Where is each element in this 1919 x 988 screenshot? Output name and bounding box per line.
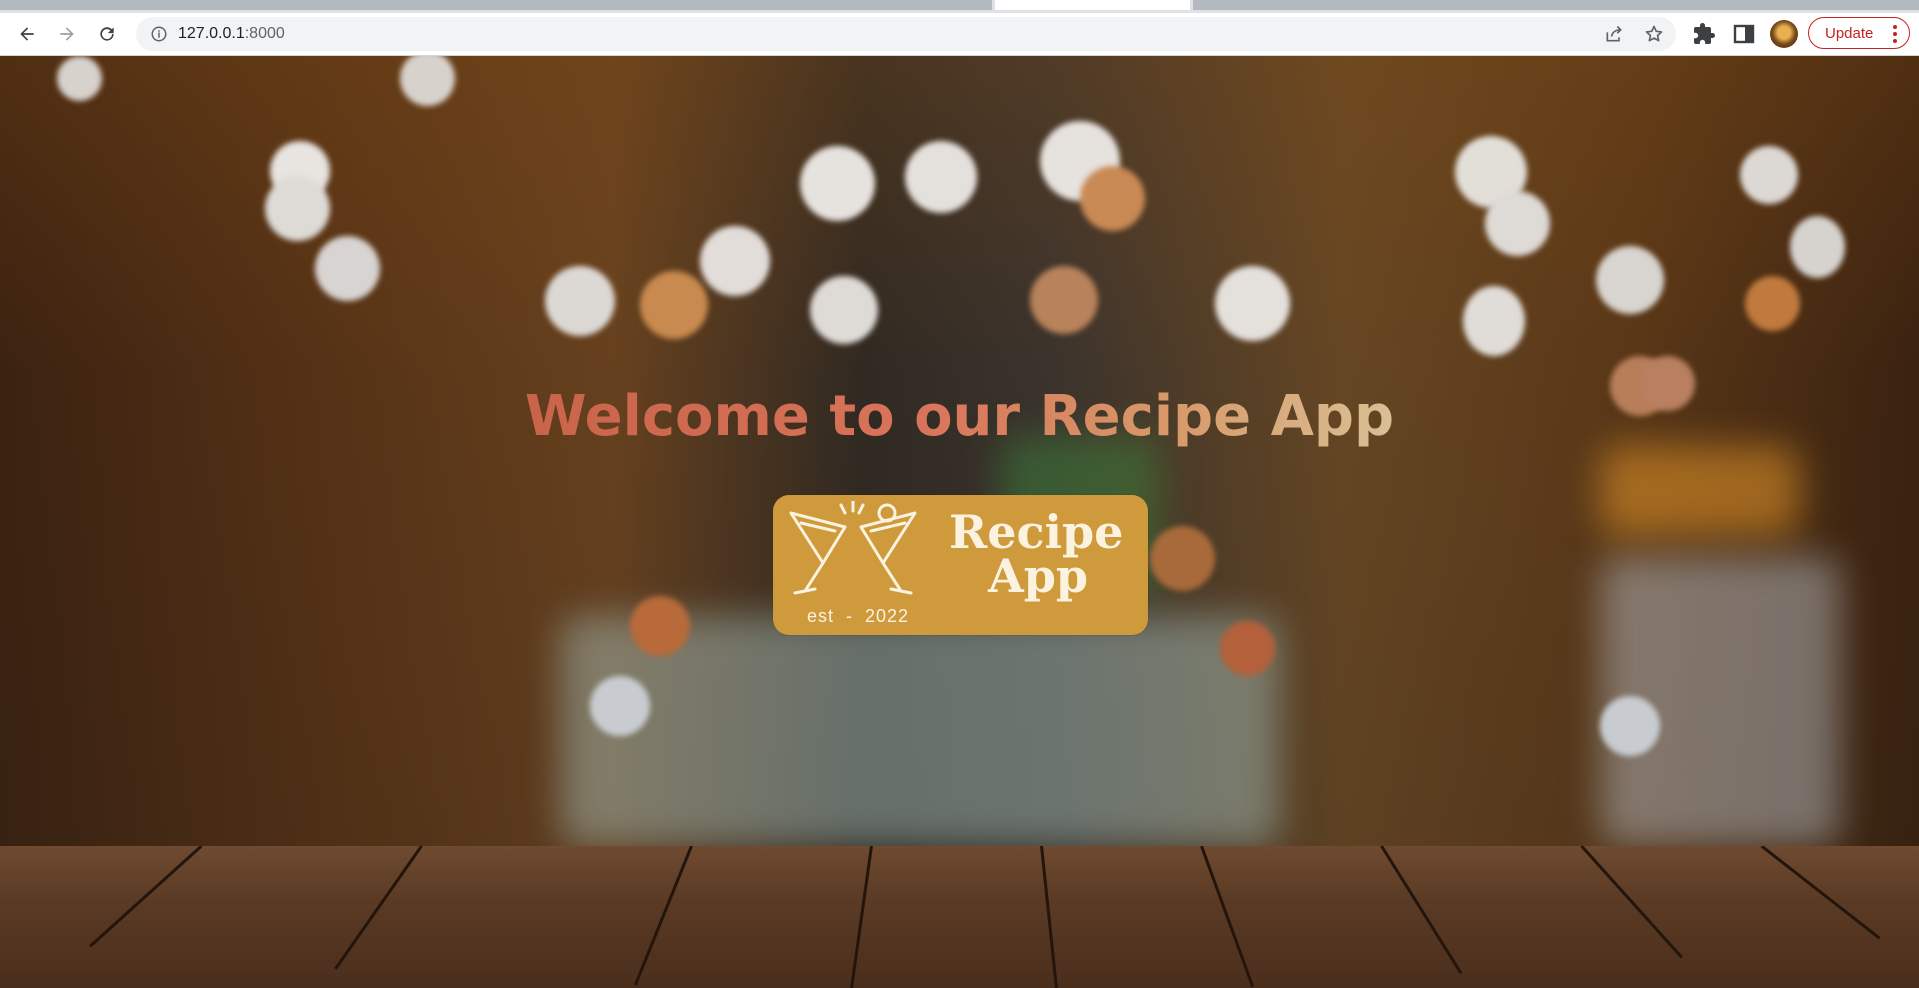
page-headline: Welcome to our Recipe App [0, 384, 1919, 449]
url-text[interactable]: 127.0.0.1:8000 [178, 25, 285, 43]
cheers-glasses-icon [789, 501, 917, 595]
url-port: :8000 [244, 25, 285, 42]
bokeh-light [590, 676, 650, 736]
bokeh-light [640, 271, 708, 339]
bokeh-light [1080, 166, 1145, 231]
side-panel-icon[interactable] [1732, 22, 1756, 46]
back-arrow-icon[interactable] [11, 18, 43, 50]
site-info-icon[interactable] [150, 25, 168, 43]
plank-line [633, 846, 693, 986]
profile-avatar[interactable] [1770, 20, 1798, 48]
browser-tab[interactable] [0, 0, 992, 10]
page-viewport: Welcome to our Recipe App Recipe App est… [0, 56, 1919, 988]
bokeh-light [545, 266, 615, 336]
recipe-app-logo[interactable]: Recipe App est - 2022 [773, 495, 1148, 635]
plank-line [1580, 846, 1683, 959]
plank-line [334, 846, 423, 970]
bokeh-light [800, 146, 875, 221]
bokeh-light [1596, 246, 1664, 314]
bokeh-light [1150, 526, 1215, 591]
background-window-glow [1600, 446, 1800, 536]
browser-tab[interactable] [1193, 0, 1919, 10]
plank-line [1380, 846, 1463, 975]
bokeh-light [1740, 146, 1798, 204]
bokeh-light [905, 141, 977, 213]
url-host: 127.0.0.1 [178, 25, 245, 42]
wooden-table-surface [0, 846, 1919, 988]
browser-tab-active[interactable] [995, 0, 1190, 10]
bokeh-light [630, 596, 690, 656]
logo-title-line2: App [988, 549, 1089, 603]
share-icon[interactable] [1604, 24, 1624, 44]
browser-toolbar: 127.0.0.1:8000 Update [0, 13, 1919, 56]
bokeh-light [1600, 696, 1660, 756]
plank-line [89, 846, 203, 948]
plank-line [849, 846, 873, 988]
logo-tagline: est - 2022 [807, 606, 910, 626]
bokeh-light [1790, 216, 1845, 278]
extensions-puzzle-icon[interactable] [1692, 22, 1716, 46]
bokeh-light [315, 236, 380, 301]
bokeh-light [1745, 276, 1800, 331]
bokeh-light [1215, 266, 1290, 341]
bokeh-light [1220, 621, 1275, 676]
reload-icon[interactable] [91, 18, 123, 50]
kebab-menu-icon [1893, 25, 1897, 43]
forward-arrow-icon[interactable] [51, 18, 83, 50]
bokeh-light [810, 276, 878, 344]
bokeh-light [1463, 286, 1525, 356]
update-button[interactable]: Update [1808, 17, 1910, 49]
tab-strip [0, 0, 1919, 13]
headline-text: Welcome to our Recipe App [524, 384, 1395, 449]
bokeh-light [265, 176, 330, 241]
update-button-label: Update [1825, 24, 1874, 42]
plank-line [1040, 846, 1059, 988]
bokeh-light [700, 226, 770, 296]
address-bar[interactable]: 127.0.0.1:8000 [136, 17, 1676, 51]
bokeh-light [1485, 191, 1550, 256]
bokeh-light [57, 56, 102, 101]
bokeh-light [1030, 266, 1098, 334]
plank-line [1760, 846, 1881, 940]
plank-line [1200, 846, 1255, 988]
bookmark-star-icon[interactable] [1644, 24, 1664, 44]
